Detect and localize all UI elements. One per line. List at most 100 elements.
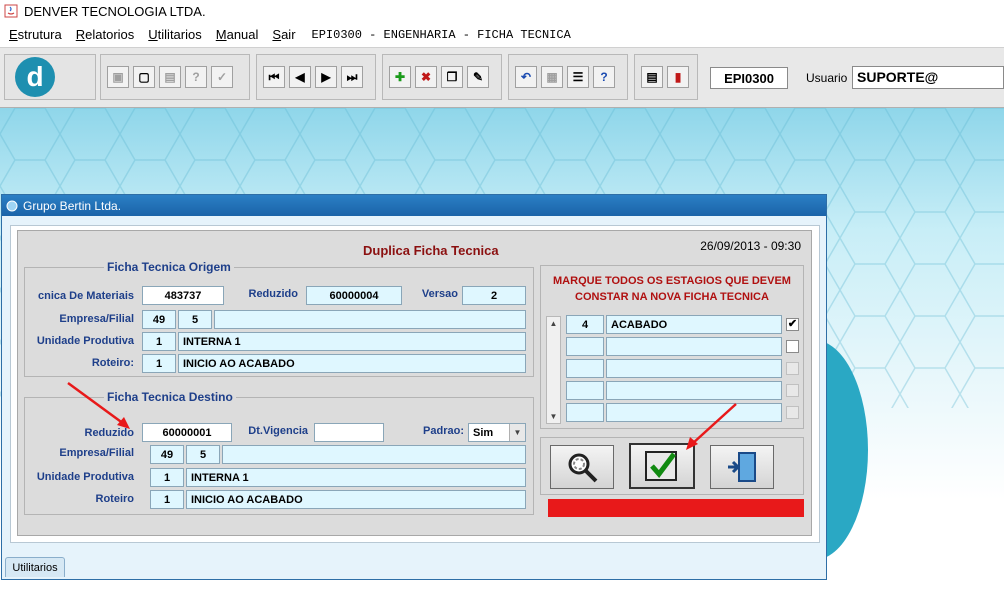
help-group: ↶ ▦ ☰ ? — [508, 54, 628, 100]
origem-reduzido-field[interactable]: 60000004 — [306, 286, 402, 305]
chevron-down-icon[interactable]: ▼ — [509, 424, 525, 441]
dialog-window: Grupo Bertin Ltda. Duplica Ficha Tecnica… — [1, 194, 827, 580]
origem-roteiro-name-field[interactable]: INICIO AO ACABADO — [178, 354, 526, 373]
lista-materiais-label: cnica De Materiais — [38, 290, 134, 302]
undo-icon[interactable]: ↶ — [515, 66, 537, 88]
origem-roteiro-code-field[interactable]: 1 — [142, 354, 176, 373]
destino-reduzido-field[interactable]: 60000001 — [142, 423, 232, 442]
destino-roteiro-label: Roteiro — [95, 493, 135, 505]
check-icon — [645, 451, 677, 481]
tab-strip: Utilitarios — [1, 554, 827, 580]
estagio-code-field[interactable] — [566, 337, 604, 356]
estagio-checkbox[interactable] — [786, 362, 799, 375]
scroll-down-icon[interactable]: ▼ — [547, 410, 560, 423]
user-field: SUPORTE@ — [852, 66, 1004, 89]
exit-door-icon[interactable]: ▮ — [667, 66, 689, 88]
scroll-up-icon[interactable]: ▲ — [547, 317, 560, 330]
destino-roteiro-name-field[interactable]: INICIO AO ACABADO — [186, 490, 526, 509]
destino-unidade-code-field[interactable]: 1 — [150, 468, 184, 487]
file-tool-group: ▣ ▢ ▤ ? ✓ — [100, 54, 250, 100]
dialog-heading: Duplica Ficha Tecnica — [363, 243, 499, 258]
destino-roteiro-code-field[interactable]: 1 — [150, 490, 184, 509]
origem-unidade-name-field[interactable]: INTERNA 1 — [178, 332, 526, 351]
estagio-code-field[interactable] — [566, 403, 604, 422]
vigencia-field[interactable] — [314, 423, 384, 442]
confirm-button[interactable] — [629, 443, 695, 489]
window-title-bar[interactable]: Grupo Bertin Ltda. — [2, 195, 826, 216]
destino-empresa-field[interactable]: 49 — [150, 445, 184, 464]
origem-versao-label: Versao — [421, 288, 458, 300]
menu-icon[interactable]: ▤ — [641, 66, 663, 88]
estagio-checkbox[interactable]: ✔ — [786, 318, 799, 331]
java-icon — [4, 4, 18, 18]
previous-record-icon[interactable]: ◀ — [289, 66, 311, 88]
estagio-checkbox[interactable] — [786, 340, 799, 353]
estagio-code-field[interactable] — [566, 381, 604, 400]
estagio-name-field[interactable] — [606, 381, 782, 400]
save-icon[interactable]: ▣ — [107, 66, 129, 88]
estagio-code-field[interactable]: 4 — [566, 315, 604, 334]
padrao-label: Padrao: — [423, 425, 464, 437]
padrao-value: Sim — [473, 426, 494, 439]
help-icon[interactable]: ? — [593, 66, 615, 88]
execute-query-icon[interactable]: ✓ — [211, 66, 233, 88]
clear-record-icon[interactable]: ✎ — [467, 66, 489, 88]
menu-estrutura[interactable]: Estrutura — [9, 27, 62, 42]
destino-filial-field[interactable]: 5 — [186, 445, 220, 464]
navigation-group: ⏮ ◀ ▶ ⏭ — [256, 54, 376, 100]
record-group: ✚ ✖ ❐ ✎ — [382, 54, 502, 100]
logo-group: d — [4, 54, 96, 100]
menu-sair[interactable]: Sair — [272, 27, 295, 42]
menu-manual[interactable]: Manual — [216, 27, 259, 42]
duplicate-record-icon[interactable]: ❐ — [441, 66, 463, 88]
destino-empresa-label: Empresa/Filial — [59, 447, 134, 459]
app-title: DENVER TECNOLOGIA LTDA. — [24, 3, 206, 19]
origem-empresa-label: Empresa/Filial — [59, 313, 134, 325]
datetime: 26/09/2013 - 09:30 — [700, 239, 801, 253]
menu-utilitarios[interactable]: Utilitarios — [148, 27, 201, 42]
padrao-select[interactable]: Sim ▼ — [468, 423, 526, 442]
estagio-name-field[interactable] — [606, 403, 782, 422]
window-title: Grupo Bertin Ltda. — [23, 198, 122, 213]
list-values-icon[interactable]: ☰ — [567, 66, 589, 88]
origem-unidade-label: Unidade Produtiva — [36, 335, 134, 347]
tab-utilitarios[interactable]: Utilitarios — [5, 557, 65, 577]
origem-empresa-field[interactable]: 49 — [142, 310, 176, 329]
user-label: Usuario — [806, 71, 848, 85]
app-title-bar: DENVER TECNOLOGIA LTDA. — [0, 0, 1004, 22]
lista-materiais-field[interactable]: 483737 — [142, 286, 224, 305]
exit-button[interactable] — [710, 445, 774, 489]
clipboard-icon[interactable]: ▦ — [541, 66, 563, 88]
window-icon[interactable]: ▢ — [133, 66, 155, 88]
search-button[interactable] — [550, 445, 614, 489]
destino-empresa-name-field[interactable] — [222, 445, 526, 464]
next-record-icon[interactable]: ▶ — [315, 66, 337, 88]
origem-unidade-code-field[interactable]: 1 — [142, 332, 176, 351]
menu-bar: Estrutura Relatorios Utilitarios Manual … — [0, 22, 1004, 48]
estagio-checkbox[interactable] — [786, 406, 799, 419]
estagio-code-field[interactable] — [566, 359, 604, 378]
exit-door-icon — [728, 452, 756, 482]
origem-empresa-name-field[interactable] — [214, 310, 526, 329]
estagios-instruction: MARQUE TODOS OS ESTAGIOS QUE DEVEM CONST… — [544, 273, 800, 305]
estagio-name-field[interactable] — [606, 359, 782, 378]
origem-roteiro-label: Roteiro: — [91, 357, 134, 369]
search-icon — [568, 453, 598, 483]
menu-relatorios[interactable]: Relatorios — [76, 27, 135, 42]
last-record-icon[interactable]: ⏭ — [341, 66, 363, 88]
delete-record-icon[interactable]: ✖ — [415, 66, 437, 88]
insert-record-icon[interactable]: ✚ — [389, 66, 411, 88]
estagio-name-field[interactable]: ACABADO — [606, 315, 782, 334]
first-record-icon[interactable]: ⏮ — [263, 66, 285, 88]
estagio-checkbox[interactable] — [786, 384, 799, 397]
destino-reduzido-label: Reduzido — [84, 427, 135, 439]
query-icon[interactable]: ? — [185, 66, 207, 88]
estagio-name-field[interactable] — [606, 337, 782, 356]
destino-unidade-name-field[interactable]: INTERNA 1 — [186, 468, 526, 487]
origem-filial-field[interactable]: 5 — [178, 310, 212, 329]
form-title: EPI0300 - ENGENHARIA - FICHA TECNICA — [311, 27, 571, 42]
form-code: EPI0300 — [710, 67, 788, 89]
print-icon[interactable]: ▤ — [159, 66, 181, 88]
estagios-scrollbar[interactable]: ▲ ▼ — [546, 316, 561, 424]
origem-versao-field[interactable]: 2 — [462, 286, 526, 305]
